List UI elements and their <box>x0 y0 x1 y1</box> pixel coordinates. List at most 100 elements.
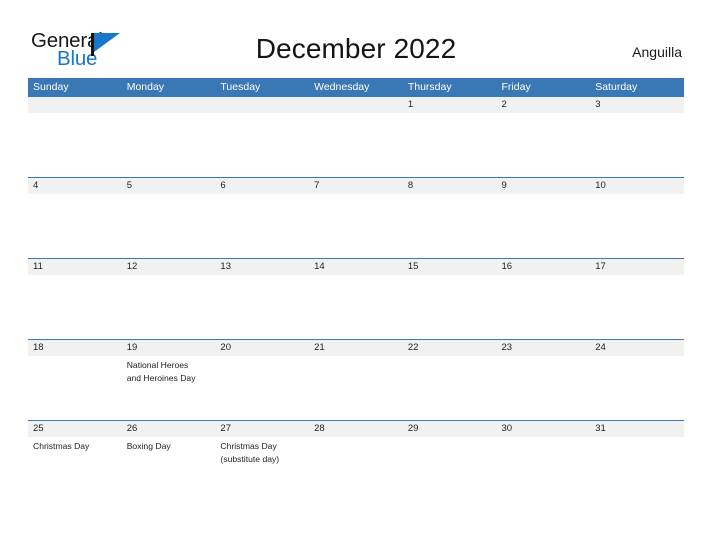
date-number[interactable]: 31 <box>590 421 684 437</box>
date-number[interactable] <box>28 97 122 113</box>
week-date-strip: 11 12 13 14 15 16 17 <box>28 258 684 275</box>
day-events[interactable] <box>309 437 403 501</box>
day-events[interactable] <box>309 356 403 420</box>
day-events[interactable] <box>590 275 684 339</box>
day-events[interactable] <box>28 275 122 339</box>
day-events[interactable] <box>28 113 122 177</box>
day-events[interactable] <box>590 194 684 258</box>
day-events[interactable] <box>497 437 591 501</box>
week-event-strip <box>28 113 684 177</box>
event-text: National Heroes <box>126 360 189 370</box>
date-number[interactable]: 11 <box>28 259 122 275</box>
day-events[interactable] <box>215 356 309 420</box>
date-number[interactable]: 27 <box>215 421 309 437</box>
day-events[interactable] <box>122 275 216 339</box>
day-events[interactable] <box>122 113 216 177</box>
event-text: Christmas Day <box>220 441 277 451</box>
day-of-week-header-row: Sunday Monday Tuesday Wednesday Thursday… <box>28 78 684 96</box>
page-title: December 2022 <box>255 33 457 64</box>
date-number[interactable]: 23 <box>497 340 591 356</box>
date-number[interactable]: 20 <box>215 340 309 356</box>
date-number[interactable] <box>309 97 403 113</box>
event-text: Christmas Day <box>33 441 90 451</box>
day-events[interactable]: Boxing Day <box>122 437 216 501</box>
day-header-sunday: Sunday <box>33 81 69 93</box>
day-events[interactable] <box>497 356 591 420</box>
date-number[interactable]: 4 <box>28 178 122 194</box>
date-number[interactable]: 8 <box>403 178 497 194</box>
date-number[interactable]: 7 <box>309 178 403 194</box>
week-date-strip: 25 26 27 28 29 30 31 <box>28 420 684 437</box>
calendar-week-row: 11 12 13 14 15 16 17 <box>28 258 684 339</box>
date-number[interactable]: 21 <box>309 340 403 356</box>
page-header: General Blue December 2022 Anguilla <box>0 0 712 78</box>
calendar-week-row: 18 19 20 21 22 23 24 National Heroes and … <box>28 339 684 420</box>
day-events[interactable] <box>590 437 684 501</box>
day-events[interactable] <box>497 194 591 258</box>
day-header-wednesday: Wednesday <box>314 81 370 93</box>
calendar-grid: Sunday Monday Tuesday Wednesday Thursday… <box>28 78 684 501</box>
week-event-strip <box>28 275 684 339</box>
day-events[interactable] <box>309 194 403 258</box>
date-number[interactable]: 1 <box>403 97 497 113</box>
event-text: and Heroines Day <box>126 372 196 383</box>
day-events[interactable] <box>590 356 684 420</box>
date-number[interactable]: 18 <box>28 340 122 356</box>
day-events[interactable] <box>28 356 122 420</box>
day-header-thursday: Thursday <box>407 81 452 93</box>
day-events[interactable] <box>403 356 497 420</box>
date-number[interactable]: 6 <box>215 178 309 194</box>
date-number[interactable]: 16 <box>497 259 591 275</box>
day-events[interactable] <box>28 194 122 258</box>
day-events[interactable] <box>215 275 309 339</box>
date-number[interactable]: 29 <box>403 421 497 437</box>
date-number[interactable]: 28 <box>309 421 403 437</box>
date-number[interactable]: 5 <box>122 178 216 194</box>
day-events[interactable] <box>497 275 591 339</box>
day-events[interactable] <box>590 113 684 177</box>
day-events[interactable] <box>403 113 497 177</box>
date-number[interactable] <box>122 97 216 113</box>
date-number[interactable]: 25 <box>28 421 122 437</box>
day-header-friday: Friday <box>501 81 531 93</box>
day-events[interactable] <box>215 113 309 177</box>
week-date-strip: 4 5 6 7 8 9 10 <box>28 177 684 194</box>
date-number[interactable]: 2 <box>497 97 591 113</box>
date-number[interactable]: 17 <box>590 259 684 275</box>
week-date-strip: 18 19 20 21 22 23 24 <box>28 339 684 356</box>
date-number[interactable]: 26 <box>122 421 216 437</box>
date-number[interactable]: 13 <box>215 259 309 275</box>
date-number[interactable]: 9 <box>497 178 591 194</box>
day-events[interactable] <box>309 275 403 339</box>
calendar-page: General Blue December 2022 Anguilla Sund… <box>0 0 712 550</box>
week-event-strip: Christmas Day Boxing Day Christmas Day (s… <box>28 437 684 501</box>
day-events[interactable] <box>403 437 497 501</box>
week-date-strip: 1 2 3 <box>28 96 684 113</box>
date-number[interactable]: 10 <box>590 178 684 194</box>
day-header-monday: Monday <box>126 81 165 93</box>
day-events[interactable] <box>309 113 403 177</box>
day-events[interactable] <box>403 194 497 258</box>
day-events[interactable] <box>497 113 591 177</box>
date-number[interactable]: 15 <box>403 259 497 275</box>
date-number[interactable]: 22 <box>403 340 497 356</box>
calendar-week-row: 1 2 3 <box>28 96 684 177</box>
date-number[interactable]: 14 <box>309 259 403 275</box>
calendar-week-row: 25 26 27 28 29 30 31 Christmas Day Boxin… <box>28 420 684 501</box>
day-events[interactable]: National Heroes and Heroines Day <box>122 356 216 420</box>
week-event-strip <box>28 194 684 258</box>
day-events[interactable]: Christmas Day <box>28 437 122 501</box>
calendar-week-row: 4 5 6 7 8 9 10 <box>28 177 684 258</box>
date-number[interactable]: 30 <box>497 421 591 437</box>
day-events[interactable] <box>122 194 216 258</box>
day-header-tuesday: Tuesday <box>220 81 261 93</box>
day-events[interactable] <box>403 275 497 339</box>
locale-label: Anguilla <box>632 44 682 60</box>
date-number[interactable]: 12 <box>122 259 216 275</box>
date-number[interactable]: 3 <box>590 97 684 113</box>
day-events[interactable] <box>215 194 309 258</box>
date-number[interactable]: 19 <box>122 340 216 356</box>
date-number[interactable] <box>215 97 309 113</box>
date-number[interactable]: 24 <box>590 340 684 356</box>
day-events[interactable]: Christmas Day (substitute day) <box>215 437 309 501</box>
